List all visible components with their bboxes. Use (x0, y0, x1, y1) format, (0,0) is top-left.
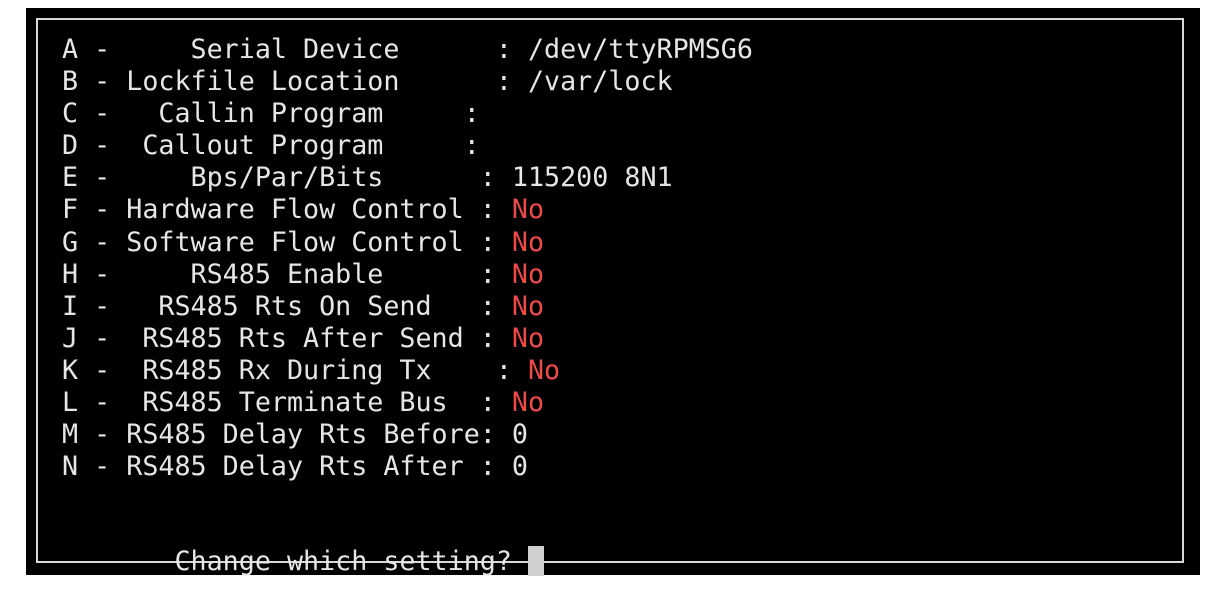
setting-value: No (511, 194, 545, 226)
setting-label: Serial Device (190, 34, 400, 65)
setting-row-h[interactable]: H - RS485 Enable : No (62, 259, 753, 291)
setting-label: RS485 Delay Rts Before (126, 419, 480, 451)
setting-key: H - (62, 258, 191, 290)
setting-key: F - (62, 194, 127, 226)
setting-key: M - (62, 419, 127, 451)
setting-separator: : (431, 354, 528, 386)
setting-key: B - (62, 66, 127, 98)
setting-key: G - (62, 226, 127, 258)
setting-key: J - (62, 322, 143, 354)
setting-separator: : (463, 194, 512, 226)
setting-label: Callin Program (158, 98, 384, 130)
setting-label: RS485 Rts After Send (142, 322, 464, 354)
setting-separator: : (383, 162, 512, 194)
setting-value: 0 (511, 451, 528, 483)
setting-label: Lockfile Location (126, 66, 400, 98)
setting-label: Callout Program (142, 130, 384, 162)
setting-row-i[interactable]: I - RS485 Rts On Send : No (62, 291, 753, 323)
setting-value: /var/lock (527, 66, 673, 98)
setting-separator: : (383, 130, 496, 162)
text-cursor[interactable] (527, 546, 544, 577)
terminal-window: A - Serial Device : /dev/ttyRPMSG6 B - Lo… (26, 8, 1200, 577)
setting-key: I - (62, 290, 159, 322)
setting-row-e[interactable]: E - Bps/Par/Bits : 115200 8N1 (62, 162, 753, 194)
setting-separator: : (479, 419, 512, 451)
prompt-text: Change which setting? (126, 546, 528, 578)
setting-row-c[interactable]: C - Callin Program : (62, 98, 753, 130)
setting-row-k[interactable]: K - RS485 Rx During Tx : No (62, 355, 753, 387)
setting-label: Bps/Par/Bits (190, 162, 384, 194)
setting-separator: : (431, 290, 512, 322)
setting-row-a[interactable]: A - Serial Device : /dev/ttyRPMSG6 (62, 34, 753, 66)
setting-label: RS485 Rts On Send (158, 290, 432, 322)
setting-separator: : (463, 226, 512, 258)
setting-value: 0 (511, 419, 528, 451)
setting-separator: : (463, 451, 512, 483)
setting-separator: : (399, 66, 528, 98)
setting-value: /dev/ttyRPMSG6 (527, 34, 753, 65)
setting-key: A - (62, 34, 191, 65)
setting-key: E - (62, 162, 191, 194)
setting-row-l[interactable]: L - RS485 Terminate Bus : No (62, 387, 753, 419)
setting-label: RS485 Enable (190, 258, 384, 290)
setting-value: No (511, 258, 545, 290)
setting-value: No (511, 226, 545, 258)
setting-value: No (511, 322, 545, 354)
setting-key: N - (62, 451, 127, 483)
setting-row-d[interactable]: D - Callout Program : (62, 130, 753, 162)
setting-separator: : (383, 258, 512, 290)
setting-key: C - (62, 98, 159, 130)
setting-row-g[interactable]: G - Software Flow Control : No (62, 227, 753, 259)
setting-separator: : (383, 98, 496, 130)
prompt-line[interactable]: Change which setting? (62, 514, 544, 610)
setting-key: D - (62, 130, 143, 162)
setting-label: RS485 Terminate Bus (142, 387, 448, 419)
setting-row-j[interactable]: J - RS485 Rts After Send : No (62, 323, 753, 355)
setting-row-n[interactable]: N - RS485 Delay Rts After : 0 (62, 451, 753, 483)
setting-row-m[interactable]: M - RS485 Delay Rts Before: 0 (62, 419, 753, 451)
setting-row-b[interactable]: B - Lockfile Location : /var/lock (62, 66, 753, 98)
setting-separator: : (399, 34, 528, 65)
setting-label: Hardware Flow Control (126, 194, 464, 226)
setting-label: RS485 Delay Rts After (126, 451, 464, 483)
setting-label: Software Flow Control (126, 226, 464, 258)
setting-separator: : (447, 387, 512, 419)
setting-key: L - (62, 387, 143, 419)
setting-separator: : (463, 322, 512, 354)
setting-key: K - (62, 354, 143, 386)
setting-label: RS485 Rx During Tx (142, 354, 432, 386)
setting-value: No (511, 290, 545, 322)
setting-row-f[interactable]: F - Hardware Flow Control : No (62, 194, 753, 226)
setting-value: No (511, 387, 545, 419)
settings-menu: A - Serial Device : /dev/ttyRPMSG6 B - Lo… (62, 34, 753, 483)
setting-value: 115200 8N1 (511, 162, 673, 194)
setting-value: No (527, 354, 561, 386)
